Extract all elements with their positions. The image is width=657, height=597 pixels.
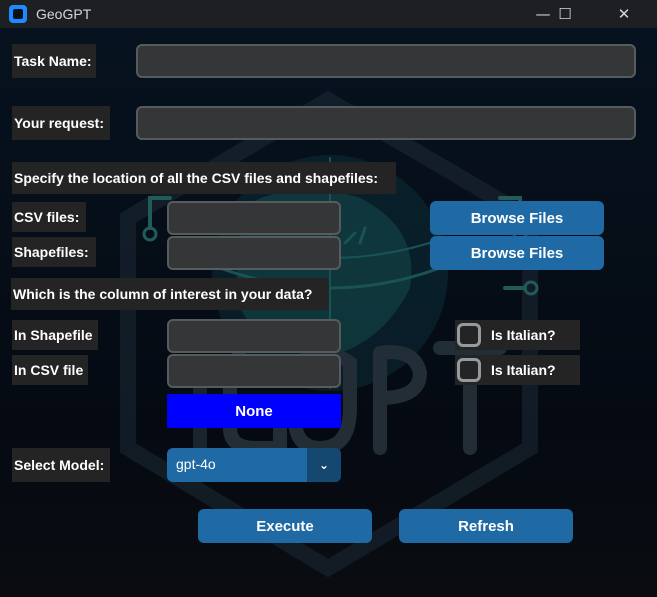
request-label: Your request:	[12, 106, 110, 140]
checkbox-box[interactable]	[457, 358, 481, 382]
browse-shapefiles-button[interactable]: Browse Files	[430, 236, 604, 270]
in-csv-input[interactable]	[167, 354, 341, 388]
shapefiles-label: Shapefiles:	[12, 237, 96, 267]
none-button[interactable]: None	[167, 394, 341, 428]
browse-csv-button[interactable]: Browse Files	[430, 201, 604, 235]
close-button[interactable]: ✕	[601, 0, 647, 28]
maximize-button[interactable]: ☐	[542, 0, 588, 28]
task-name-label: Task Name:	[12, 44, 96, 78]
shapefiles-input[interactable]	[167, 236, 341, 270]
title-bar: GeoGPT — ☐ ✕	[0, 0, 657, 28]
window-title: GeoGPT	[36, 6, 92, 22]
checkbox-label: Is Italian?	[491, 327, 556, 343]
in-shapefile-input[interactable]	[167, 319, 341, 353]
task-name-input[interactable]	[136, 44, 636, 78]
csv-italian-checkbox[interactable]: Is Italian?	[455, 355, 580, 385]
csv-files-label: CSV files:	[12, 202, 86, 232]
shapefile-italian-checkbox[interactable]: Is Italian?	[455, 320, 580, 350]
close-icon: ✕	[617, 5, 631, 23]
column-heading: Which is the column of interest in your …	[11, 278, 329, 310]
location-heading: Specify the location of all the CSV file…	[12, 162, 396, 194]
request-input[interactable]	[136, 106, 636, 140]
main-panel: Task Name: Your request: Specify the loc…	[0, 28, 657, 597]
in-shapefile-label: In Shapefile	[12, 320, 98, 350]
model-dropdown[interactable]: gpt-4o ⌄	[167, 448, 341, 482]
select-model-label: Select Model:	[12, 448, 110, 482]
app-icon	[9, 5, 27, 23]
maximize-icon: ☐	[558, 5, 572, 23]
checkbox-box[interactable]	[457, 323, 481, 347]
execute-button[interactable]: Execute	[198, 509, 372, 543]
in-csv-label: In CSV file	[12, 355, 88, 385]
model-dropdown-value: gpt-4o	[176, 456, 216, 472]
csv-files-input[interactable]	[167, 201, 341, 235]
refresh-button[interactable]: Refresh	[399, 509, 573, 543]
checkbox-label: Is Italian?	[491, 362, 556, 378]
chevron-down-icon[interactable]: ⌄	[307, 448, 341, 482]
